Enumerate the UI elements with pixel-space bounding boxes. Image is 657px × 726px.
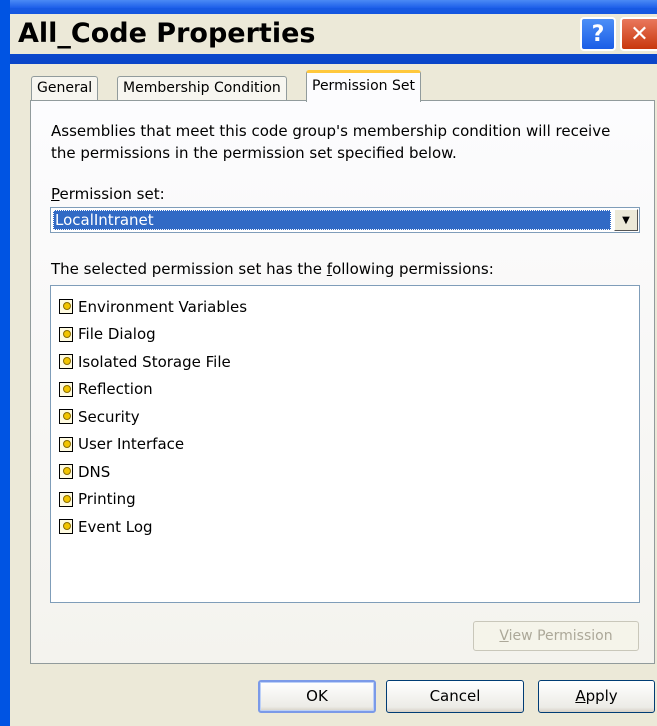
dropdown-arrow-button[interactable]: ▼ bbox=[614, 209, 638, 231]
permissions-label-before: The selected permission set has the bbox=[51, 260, 327, 278]
permission-set-value: LocalIntranet bbox=[53, 210, 611, 230]
tab-permission-set[interactable]: Permission Set bbox=[306, 70, 421, 102]
view-permission-button[interactable]: View Permission bbox=[473, 621, 639, 651]
permissions-label: The selected permission set has the foll… bbox=[51, 260, 494, 278]
list-item[interactable]: Isolated Storage File bbox=[51, 348, 639, 376]
permission-icon bbox=[59, 436, 73, 452]
list-item[interactable]: File Dialog bbox=[51, 321, 639, 349]
apply-button[interactable]: Apply bbox=[538, 680, 655, 713]
window-frame bbox=[0, 0, 10, 726]
list-item-label: DNS bbox=[78, 462, 111, 481]
list-item[interactable]: Security bbox=[51, 403, 639, 431]
list-item-label: Event Log bbox=[78, 517, 153, 536]
apply-accel: A bbox=[575, 687, 586, 705]
list-item-label: Security bbox=[78, 407, 140, 426]
help-icon: ? bbox=[591, 21, 605, 47]
permission-set-label-accel: P bbox=[51, 185, 60, 203]
ok-button[interactable]: OK bbox=[258, 680, 376, 713]
permission-icon bbox=[59, 299, 73, 315]
window-title: All_Code Properties bbox=[12, 14, 322, 54]
view-permission-accel: V bbox=[499, 628, 509, 644]
list-item[interactable]: Environment Variables bbox=[51, 293, 639, 321]
permission-icon bbox=[59, 354, 73, 370]
permission-icon bbox=[59, 519, 73, 535]
permission-icon bbox=[59, 491, 73, 507]
list-item-label: Isolated Storage File bbox=[78, 352, 231, 371]
help-button[interactable]: ? bbox=[580, 17, 616, 51]
apply-label: pply bbox=[585, 687, 618, 705]
permission-icon bbox=[59, 326, 73, 342]
permissions-list[interactable]: Environment Variables File Dialog Isolat… bbox=[50, 285, 640, 603]
tab-general[interactable]: General bbox=[31, 76, 99, 100]
chevron-down-icon: ▼ bbox=[622, 214, 630, 226]
list-item-label: File Dialog bbox=[78, 325, 156, 344]
list-item[interactable]: Event Log bbox=[51, 513, 639, 541]
list-item-label: Environment Variables bbox=[78, 297, 248, 316]
close-icon: ✕ bbox=[630, 21, 649, 47]
permission-set-label-text: ermission set: bbox=[59, 185, 165, 203]
list-item-label: User Interface bbox=[78, 435, 185, 454]
close-button[interactable]: ✕ bbox=[620, 17, 657, 51]
description-text: Assemblies that meet this code group's m… bbox=[51, 122, 611, 162]
permission-icon bbox=[59, 464, 73, 480]
permission-icon bbox=[59, 381, 73, 397]
cancel-button[interactable]: Cancel bbox=[386, 680, 524, 713]
permission-set-dropdown[interactable]: LocalIntranet ▼ bbox=[50, 207, 640, 233]
permission-set-label: Permission set: bbox=[51, 185, 165, 203]
permission-icon bbox=[59, 409, 73, 425]
list-item[interactable]: User Interface bbox=[51, 431, 639, 459]
tab-membership-condition[interactable]: Membership Condition bbox=[117, 76, 287, 100]
view-permission-label: iew Permission bbox=[508, 628, 613, 644]
title-bar-highlight bbox=[10, 0, 657, 8]
list-item-label: Reflection bbox=[78, 380, 153, 399]
list-item[interactable]: DNS bbox=[51, 458, 639, 486]
list-item[interactable]: Reflection bbox=[51, 376, 639, 404]
permissions-label-after: ollowing permissions: bbox=[332, 260, 494, 278]
list-item-label: Printing bbox=[78, 490, 136, 509]
list-item[interactable]: Printing bbox=[51, 486, 639, 514]
